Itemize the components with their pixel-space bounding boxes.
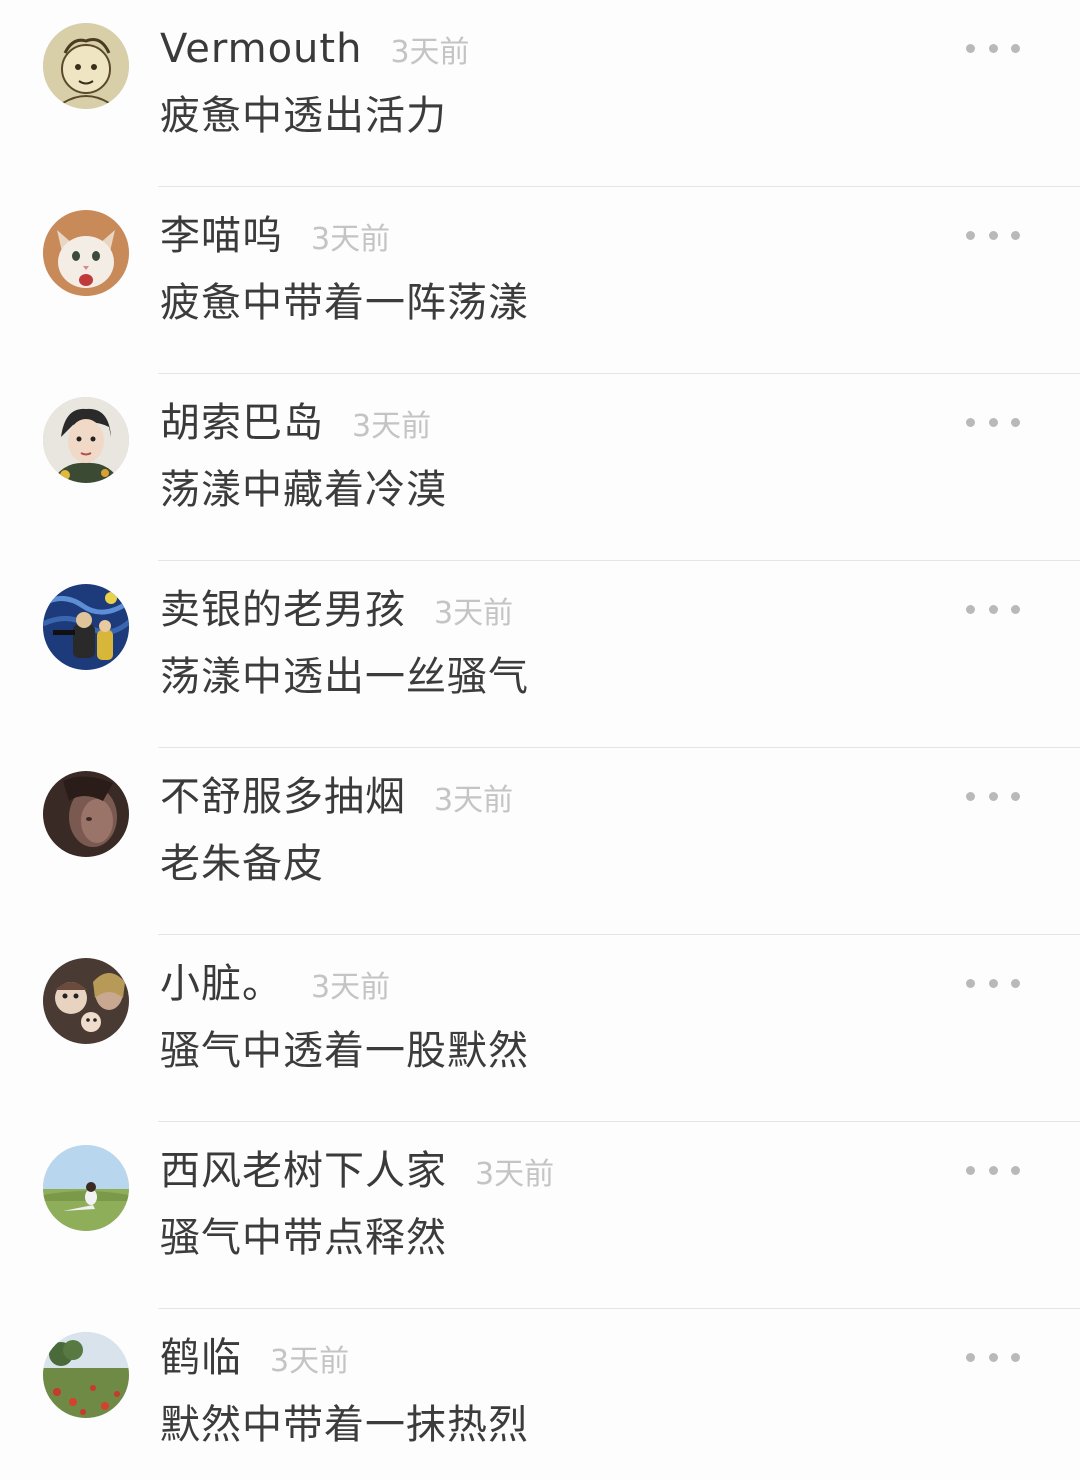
timestamp: 3天前 [475,1157,555,1192]
cat-avatar-icon [43,210,129,296]
username[interactable]: 卖银的老男孩 [160,583,406,637]
poppy-field-avatar-icon [43,1332,129,1418]
username[interactable]: 胡索巴岛 [160,396,324,450]
dolls-avatar-icon [43,958,129,1044]
more-options-icon[interactable] [966,223,1020,247]
comment-item[interactable]: 西风老树下人家 3天前 骚气中带点释然 [0,1122,1080,1309]
avatar[interactable] [43,958,129,1044]
more-options-icon[interactable] [966,1345,1020,1369]
timestamp: 3天前 [434,783,514,818]
comment-item[interactable]: 胡索巴岛 3天前 荡漾中藏着冷漠 [0,374,1080,561]
avatar[interactable] [43,584,129,670]
comment-item[interactable]: 李喵呜 3天前 疲惫中带着一阵荡漾 [0,187,1080,374]
comment-text: 骚气中带点释然 [160,1215,447,1261]
timestamp: 3天前 [434,596,514,631]
field-avatar-icon [43,1145,129,1231]
avatar[interactable] [43,1145,129,1231]
comment-text: 老朱备皮 [160,841,324,887]
username[interactable]: 鹤临 [160,1331,242,1385]
avatar[interactable] [43,1332,129,1418]
timestamp: 3天前 [390,35,470,70]
more-options-icon[interactable] [966,971,1020,995]
starry-night-avatar-icon [43,584,129,670]
comment-item[interactable]: 鹤临 3天前 默然中带着一抹热烈 [0,1309,1080,1480]
comment-item[interactable]: 卖银的老男孩 3天前 荡漾中透出一丝骚气 [0,561,1080,748]
avatar[interactable] [43,771,129,857]
username[interactable]: Vermouth [160,22,362,76]
timestamp: 3天前 [352,409,432,444]
more-options-icon[interactable] [966,784,1020,808]
comment-item[interactable]: 不舒服多抽烟 3天前 老朱备皮 [0,748,1080,935]
comment-text: 骚气中透着一股默然 [160,1028,529,1074]
comment-text: 荡漾中透出一丝骚气 [160,654,529,700]
more-options-icon[interactable] [966,410,1020,434]
comment-item[interactable]: Vermouth 3天前 疲惫中透出活力 [0,0,1080,187]
username[interactable]: 不舒服多抽烟 [160,770,406,824]
more-options-icon[interactable] [966,36,1020,60]
portrait-avatar-icon [43,397,129,483]
comment-list: Vermouth 3天前 疲惫中透出活力 李喵呜 3天前 疲惫中带着一阵荡漾 胡… [0,0,1080,1480]
avatar[interactable] [43,397,129,483]
comment-text: 默然中带着一抹热烈 [160,1402,529,1448]
more-options-icon[interactable] [966,597,1020,621]
avatar[interactable] [43,210,129,296]
avatar[interactable] [43,23,129,109]
comment-text: 荡漾中藏着冷漠 [160,467,447,513]
comment-text: 疲惫中透出活力 [160,93,447,139]
username[interactable]: 西风老树下人家 [160,1144,447,1198]
sketch-face-avatar-icon [43,23,129,109]
username[interactable]: 李喵呜 [160,209,283,263]
timestamp: 3天前 [311,222,391,257]
username[interactable]: 小脏。 [160,957,283,1011]
timestamp: 3天前 [311,970,391,1005]
timestamp: 3天前 [270,1344,350,1379]
comment-text: 疲惫中带着一阵荡漾 [160,280,529,326]
more-options-icon[interactable] [966,1158,1020,1182]
dark-face-avatar-icon [43,771,129,857]
comment-item[interactable]: 小脏。 3天前 骚气中透着一股默然 [0,935,1080,1122]
